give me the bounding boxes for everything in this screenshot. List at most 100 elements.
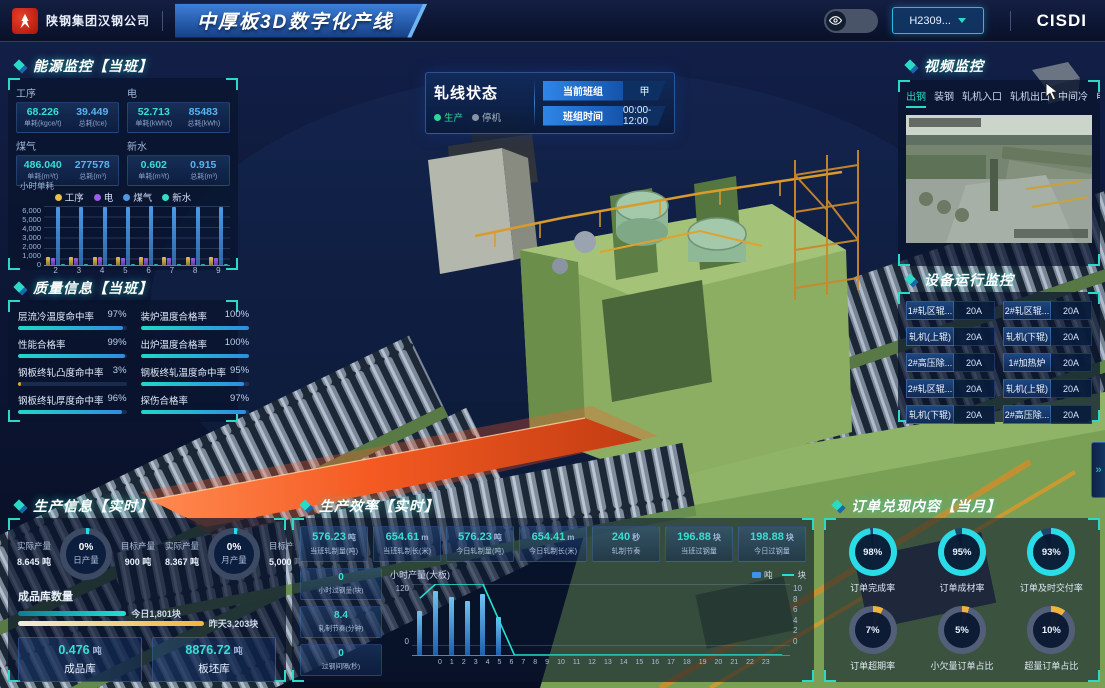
bar-group: [46, 206, 65, 265]
bar: [46, 257, 50, 265]
bar: [126, 207, 130, 265]
video-tabs: 出钢 装钢 轧机入口 轧机出口 中间冷 电动缸: [898, 80, 1100, 113]
x-tick: 3: [77, 266, 81, 276]
tab-mill-exit[interactable]: 轧机出口: [1010, 88, 1050, 108]
bar: [196, 207, 200, 265]
bar: [214, 258, 218, 265]
equipment-row: 2#轧区辊...20A: [1003, 301, 1092, 320]
view-select-dropdown[interactable]: H2309...: [892, 7, 984, 34]
dashboard: 陕钢集团汉钢公司 中厚板3D数字化产线 H2309... CISDI 能源监控【…: [0, 0, 1105, 688]
efficiency-stat: 240秒轧制节奏: [592, 526, 660, 562]
x-tick: 5: [498, 659, 502, 666]
bar: [74, 258, 78, 265]
tab-tapping[interactable]: 出钢: [906, 88, 926, 108]
tab-electric-cyl[interactable]: 电动缸: [1096, 88, 1100, 108]
bar: [224, 264, 228, 265]
x-tick: 22: [746, 659, 754, 666]
bar: [79, 207, 83, 266]
legend-dot-icon: [123, 194, 130, 201]
company-logo-icon: [12, 8, 38, 34]
visibility-toggle[interactable]: [824, 9, 878, 33]
bar: [121, 258, 125, 265]
bar: [103, 207, 107, 265]
legend-dot-icon: [162, 194, 169, 201]
donut-chart: 93%: [1027, 528, 1075, 576]
order-donut-cell: 98%订单完成率: [830, 528, 915, 594]
efficiency-stat: 576.23吨今日轧制量(吨): [446, 526, 514, 562]
x-tick: 17: [667, 659, 675, 666]
x-tick: 12: [588, 659, 596, 666]
x-tick: 23: [762, 659, 770, 666]
y-tick: 5,000: [16, 215, 41, 224]
legend-item: 电: [94, 190, 114, 204]
bar: [209, 257, 213, 265]
gray-dot-icon: [472, 114, 479, 121]
order-donut-cell: 95%订单成材率: [919, 528, 1004, 594]
legend-stopped: 停机: [472, 110, 501, 124]
production-panel-title: 生产信息【实时】: [14, 496, 153, 516]
legend-producing: 生产: [434, 110, 463, 124]
bar: [108, 264, 112, 265]
legend-item: 工序: [55, 190, 84, 204]
y-tick: 2,000: [16, 242, 41, 251]
x-tick: 5: [123, 266, 127, 276]
efficiency-stat: 654.61m当班轧制长(米): [373, 526, 441, 562]
bar: [84, 264, 88, 265]
x-tick: 20: [715, 659, 723, 666]
tab-intercool[interactable]: 中间冷: [1058, 88, 1088, 108]
y-tick: 4: [793, 616, 806, 625]
x-tick: 0: [438, 659, 442, 666]
equipment-row: 轧机(下辊)20A: [906, 405, 995, 424]
energy-group: 工序 68.226单耗(kgce/t) 39.449总耗(tce): [16, 85, 119, 133]
quality-panel-title: 质量信息【当班】: [14, 278, 153, 298]
equipment-row: 1#加热炉20A: [1003, 353, 1092, 372]
eye-icon: [826, 11, 846, 31]
quality-item: 钢板终轧温度命中率95%: [141, 365, 250, 386]
bar: [51, 258, 55, 265]
x-tick: 19: [699, 659, 707, 666]
y-tick: 6,000: [16, 206, 41, 215]
cisdi-logo: CISDI: [1037, 11, 1087, 31]
donut-chart: 10%: [1027, 606, 1075, 654]
bar: [177, 264, 181, 265]
monthly-output-ring: 0%月产量: [208, 528, 260, 580]
bar: [167, 258, 171, 265]
x-tick: 4: [100, 266, 104, 276]
tab-charging[interactable]: 装钢: [934, 88, 954, 108]
bar: [131, 264, 135, 265]
quality-item: 钢板终轧凸度命中率3%: [18, 365, 127, 386]
side-stat: 0小时过钢量(块): [300, 568, 382, 600]
equipment-row: 2#高压除...20A: [906, 353, 995, 372]
tab-mill-entry[interactable]: 轧机入口: [962, 88, 1002, 108]
equipment-row: 2#轧区辊...20A: [906, 379, 995, 398]
efficiency-stat: 576.23吨当班轧制量(吨): [300, 526, 368, 562]
x-tick: 2: [53, 266, 57, 276]
bar: [98, 257, 102, 265]
x-tick: 2: [462, 659, 466, 666]
orders-panel: 98%订单完成率 95%订单成材率 93%订单及时交付率 7%订单超期率 5%小…: [824, 518, 1100, 682]
inventory-bar-today: 今日1,801块: [18, 610, 276, 616]
donut-chart: 7%: [849, 606, 897, 654]
order-donut-cell: 5%小欠量订单占比: [919, 606, 1004, 672]
x-tick: 7: [521, 659, 525, 666]
bar-group: [116, 206, 135, 265]
panel-collapse-tab[interactable]: »: [1091, 442, 1105, 498]
company-name: 陕钢集团汉钢公司: [46, 12, 150, 29]
inventory-title: 成品库数量: [8, 586, 286, 606]
equipment-row: 轧机(上辊)20A: [1003, 379, 1092, 398]
line-status-panel: 轧线状态 生产 停机 当前班组 甲 班组时间 00:00-12:00: [425, 72, 675, 134]
x-tick: 21: [730, 659, 738, 666]
quality-item: 探伤合格率97%: [141, 393, 250, 414]
quality-item: 装炉温度合格率100%: [141, 309, 250, 330]
energy-chart-xticks: 23456789: [44, 266, 230, 276]
quality-item: 性能合格率99%: [18, 337, 127, 358]
hour-chart-legend: 吨 块: [752, 569, 806, 581]
energy-chart-yticks: 6,0005,0004,0003,0002,0001,0000: [16, 206, 44, 276]
efficiency-panel: 576.23吨当班轧制量(吨) 654.61m当班轧制长(米) 576.23吨今…: [292, 518, 814, 682]
bar: [144, 258, 148, 265]
y-tick: 10: [793, 584, 806, 593]
bar-group: [209, 206, 228, 265]
green-dot-icon: [434, 114, 441, 121]
bar-group: [186, 206, 205, 265]
title-plate: 中厚板3D数字化产线: [175, 4, 427, 38]
